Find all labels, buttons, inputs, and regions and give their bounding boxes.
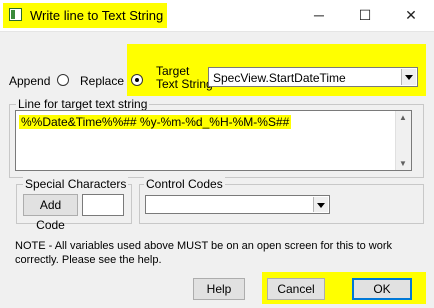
line-textarea[interactable]: %%Date&Time%%## %y-%m-%d_%H-%M-%S## ▲ ▼	[15, 110, 412, 171]
target-text-string-value: SpecView.StartDateTime	[213, 71, 346, 85]
line-text: %%Date&Time%%## %y-%m-%d_%H-%M-%S##	[19, 115, 292, 129]
minimize-button[interactable]: ─	[296, 0, 342, 31]
chevron-down-icon[interactable]	[401, 69, 416, 85]
add-code-button[interactable]: Add Code	[23, 194, 78, 232]
cancel-button[interactable]: Cancel	[267, 278, 325, 300]
special-code-input[interactable]	[82, 194, 124, 216]
append-label: Append	[9, 74, 51, 88]
ok-button[interactable]: OK	[352, 278, 412, 300]
close-button[interactable]: ✕	[388, 0, 434, 31]
replace-label: Replace	[80, 74, 125, 88]
control-codes-combo[interactable]	[145, 195, 330, 214]
target-label: Target Text String	[156, 65, 213, 91]
scroll-down-icon[interactable]: ▼	[399, 159, 407, 168]
append-radio[interactable]	[57, 74, 69, 86]
special-characters-label: Special Characters	[23, 177, 129, 191]
target-text-string-combo[interactable]: SpecView.StartDateTime	[208, 67, 418, 87]
textarea-scrollbar[interactable]: ▲ ▼	[395, 111, 411, 170]
maximize-button[interactable]: ☐	[342, 0, 388, 31]
note-text: NOTE - All variables used above MUST be …	[15, 240, 393, 266]
chevron-down-icon[interactable]	[313, 197, 328, 212]
replace-radio[interactable]	[131, 74, 143, 86]
control-codes-label: Control Codes	[144, 177, 225, 191]
scroll-up-icon[interactable]: ▲	[399, 113, 407, 122]
window-title: Write line to Text String	[30, 8, 164, 23]
app-icon	[9, 8, 22, 21]
help-button[interactable]: Help	[193, 278, 245, 300]
target-label-line2: Text String	[156, 77, 213, 91]
line-group-label: Line for target text string	[16, 97, 150, 111]
